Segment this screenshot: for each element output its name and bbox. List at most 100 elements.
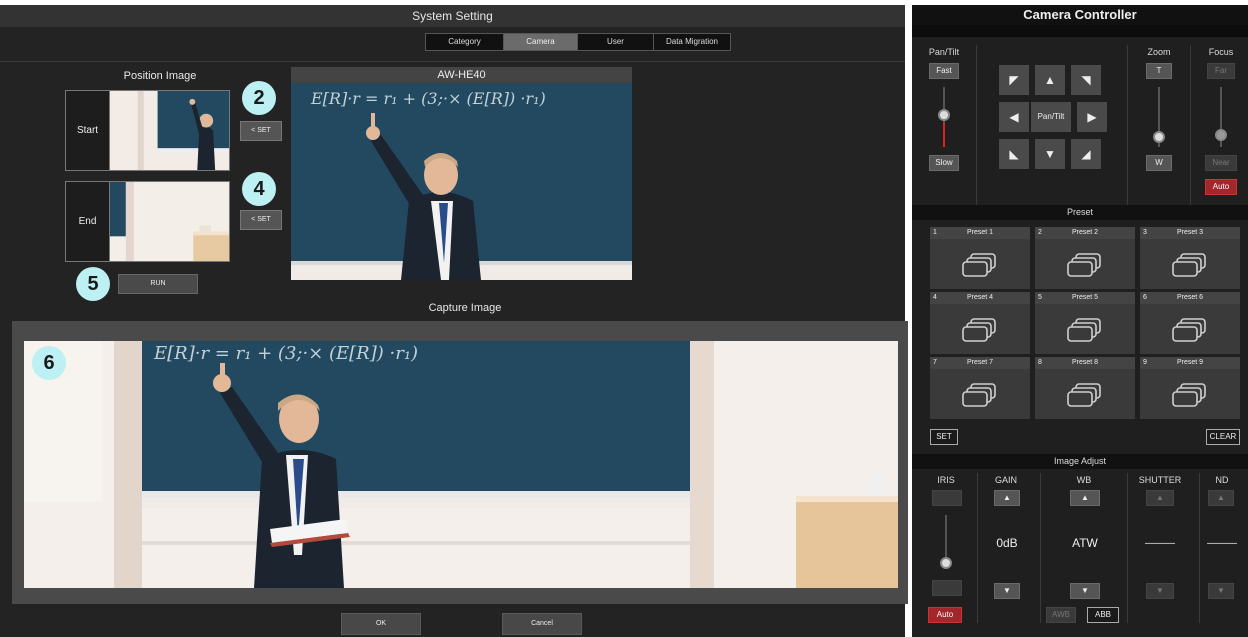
divider <box>977 473 978 623</box>
wb-up-button[interactable]: ▲ <box>1070 490 1100 506</box>
camera-preview[interactable]: E[R]·r = r₁ + (3;·× (E[R]) ·r₁) <box>291 83 632 280</box>
preset-name: Preset 3 <box>1176 229 1204 236</box>
focus-slider[interactable] <box>1215 129 1227 141</box>
wb-down-button[interactable]: ▼ <box>1070 583 1100 599</box>
end-set-button[interactable]: < SET <box>240 210 282 230</box>
preset-header: 7 Preset 7 <box>930 357 1030 369</box>
preset-button[interactable]: 5 Preset 5 <box>1035 292 1135 354</box>
start-thumbnail[interactable] <box>110 91 229 170</box>
preset-button[interactable]: 4 Preset 4 <box>930 292 1030 354</box>
preset-header: 1 Preset 1 <box>930 227 1030 239</box>
end-thumbnail[interactable] <box>110 182 229 261</box>
position-image-label: Position Image <box>123 70 197 82</box>
divider <box>976 45 977 205</box>
focus-far-button[interactable]: Far <box>1207 63 1235 79</box>
pan-up-right-button[interactable]: ◥ <box>1071 65 1101 95</box>
iris-close-button[interactable] <box>932 580 962 596</box>
start-position-row: Start <box>65 90 230 171</box>
step-badge-5: 5 <box>76 267 110 301</box>
preset-clear-button[interactable]: CLEAR <box>1206 429 1240 445</box>
preset-button[interactable]: 7 Preset 7 <box>930 357 1030 419</box>
preset-image-icon <box>962 253 996 277</box>
tilt-down-button[interactable]: ▼ <box>1035 139 1065 169</box>
focus-near-button[interactable]: Near <box>1205 155 1237 171</box>
pan-down-left-button[interactable]: ◣ <box>999 139 1029 169</box>
preset-set-button[interactable]: SET <box>930 429 958 445</box>
focus-auto-button[interactable]: Auto <box>1205 179 1237 195</box>
capture-frame: E[R]·r = r₁ + (3;·× (E[R]) ·r₁) <box>12 321 908 604</box>
tab-data-migration[interactable]: Data Migration <box>654 34 730 50</box>
capture-image-label: Capture Image <box>428 302 502 314</box>
iris-open-button[interactable] <box>932 490 962 506</box>
start-set-button[interactable]: < SET <box>240 121 282 141</box>
shutter-value: ——— <box>1145 538 1175 549</box>
abb-button[interactable]: ABB <box>1087 607 1119 623</box>
panel-title: System Setting <box>0 5 905 27</box>
pan-tilt-center[interactable]: Pan/Tilt <box>1031 102 1071 132</box>
preset-button[interactable]: 1 Preset 1 <box>930 227 1030 289</box>
preset-button[interactable]: 6 Preset 6 <box>1140 292 1240 354</box>
wb-label: WB <box>1076 475 1092 485</box>
preset-button[interactable]: 2 Preset 2 <box>1035 227 1135 289</box>
zoom-label: Zoom <box>1147 47 1171 57</box>
preset-number: 2 <box>1038 229 1042 236</box>
gain-down-button[interactable]: ▼ <box>994 583 1020 599</box>
preset-button[interactable]: 8 Preset 8 <box>1035 357 1135 419</box>
step-badge-4: 4 <box>242 172 276 206</box>
zoom-slider[interactable] <box>1153 131 1165 143</box>
tab-user[interactable]: User <box>578 34 654 50</box>
pan-tilt-label: Pan/Tilt <box>928 47 960 57</box>
preset-image-icon <box>962 383 996 407</box>
step-badge-6: 6 <box>32 346 66 380</box>
preset-image-icon <box>1067 253 1101 277</box>
pan-down-right-button[interactable]: ◢ <box>1071 139 1101 169</box>
cancel-button[interactable]: Cancel <box>502 613 582 635</box>
pan-tilt-slow-button[interactable]: Slow <box>929 155 959 171</box>
preset-image-icon <box>962 318 996 342</box>
preset-number: 1 <box>933 229 937 236</box>
awb-button[interactable]: AWB <box>1046 607 1076 623</box>
tab-category[interactable]: Category <box>426 34 504 50</box>
board-writing: E[R]·r = r₁ + (3;·× (E[R]) ·r₁) <box>311 89 546 108</box>
pan-up-left-button[interactable]: ◤ <box>999 65 1029 95</box>
title-strip <box>912 25 1248 37</box>
preset-header: 3 Preset 3 <box>1140 227 1240 239</box>
shutter-label: SHUTTER <box>1138 475 1182 485</box>
pan-right-button[interactable]: ▶ <box>1077 102 1107 132</box>
nd-value: ——— <box>1207 538 1237 549</box>
preset-button[interactable]: 9 Preset 9 <box>1140 357 1240 419</box>
capture-image[interactable]: E[R]·r = r₁ + (3;·× (E[R]) ·r₁) <box>24 341 898 588</box>
gain-value: 0dB <box>996 536 1018 550</box>
ok-button[interactable]: OK <box>341 613 421 635</box>
tab-camera[interactable]: Camera <box>504 34 578 50</box>
nd-down-button[interactable]: ▼ <box>1208 583 1234 599</box>
preset-image-icon <box>1172 253 1206 277</box>
gain-up-button[interactable]: ▲ <box>994 490 1020 506</box>
preset-header: 6 Preset 6 <box>1140 292 1240 304</box>
shutter-up-button[interactable]: ▲ <box>1146 490 1174 506</box>
preset-header: 5 Preset 5 <box>1035 292 1135 304</box>
iris-auto-button[interactable]: Auto <box>928 607 962 623</box>
iris-slider[interactable] <box>940 557 952 569</box>
pan-tilt-speed-slider[interactable] <box>938 109 950 121</box>
pan-left-button[interactable]: ◀ <box>999 102 1029 132</box>
zoom-tele-button[interactable]: T <box>1146 63 1172 79</box>
preset-name: Preset 5 <box>1071 294 1099 301</box>
tilt-up-button[interactable]: ▲ <box>1035 65 1065 95</box>
zoom-wide-button[interactable]: W <box>1146 155 1172 171</box>
step-badge-2: 2 <box>242 81 276 115</box>
gain-label: GAIN <box>994 475 1017 485</box>
preset-name: Preset 6 <box>1176 294 1204 301</box>
nd-label: ND <box>1215 475 1229 485</box>
divider <box>1127 473 1128 623</box>
run-button[interactable]: RUN <box>118 274 198 294</box>
pan-tilt-fast-button[interactable]: Fast <box>929 63 959 79</box>
preset-header: 2 Preset 2 <box>1035 227 1135 239</box>
preset-number: 4 <box>933 294 937 301</box>
preset-button[interactable]: 3 Preset 3 <box>1140 227 1240 289</box>
preset-number: 6 <box>1143 294 1147 301</box>
preset-image-icon <box>1172 318 1206 342</box>
shutter-down-button[interactable]: ▼ <box>1146 583 1174 599</box>
preset-name: Preset 8 <box>1071 359 1099 366</box>
nd-up-button[interactable]: ▲ <box>1208 490 1234 506</box>
